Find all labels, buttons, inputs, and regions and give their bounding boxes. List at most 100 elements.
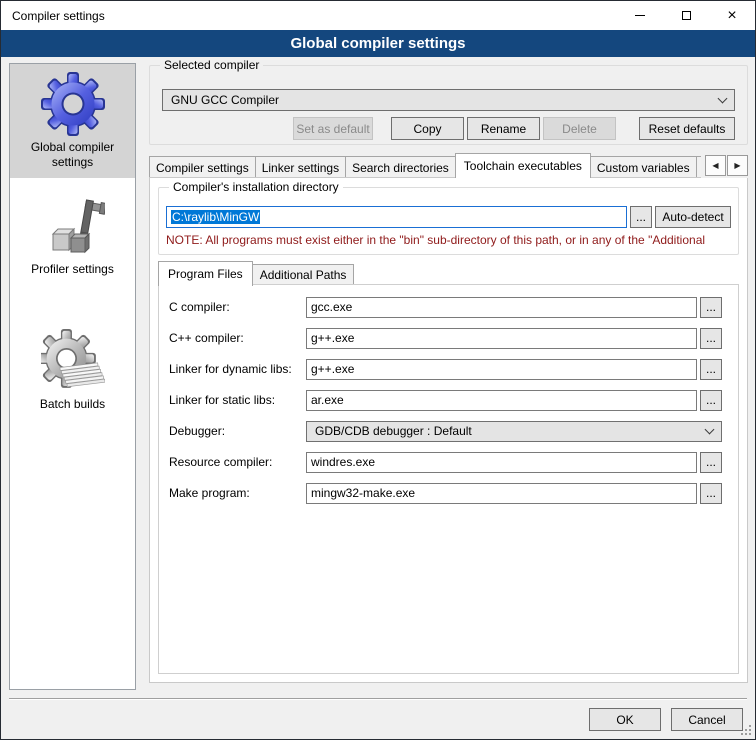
input-value: g++.exe [311,331,354,345]
tab-label: Search directories [352,161,449,175]
compiler-select[interactable]: GNU GCC Compiler [162,89,735,111]
dialog-header: Global compiler settings [1,30,755,57]
program-tabs: Program Files Additional Paths [158,260,739,285]
linker-dynamic-browse-button[interactable]: ... [700,359,722,380]
reset-defaults-button[interactable]: Reset defaults [639,117,735,140]
button-label: Auto-detect [662,210,723,224]
arrow-left-icon: ◀ [712,161,718,170]
cpp-compiler-input[interactable]: g++.exe [306,328,697,349]
ok-button[interactable]: OK [589,708,661,731]
gray-gear-stack-icon [41,329,105,393]
rename-button[interactable]: Rename [467,117,540,140]
ellipsis-icon: ... [706,331,716,345]
tab-scroll-left-button[interactable]: ◀ [705,155,726,176]
auto-detect-button[interactable]: Auto-detect [655,206,731,228]
field-row-resource-compiler: Resource compiler: windres.exe ... [169,451,722,473]
maximize-icon [682,11,691,20]
set-as-default-button[interactable]: Set as default [293,117,373,140]
tab-toolchain-executables[interactable]: Toolchain executables [455,153,591,178]
tab-label: Compiler settings [156,161,249,175]
button-label: OK [616,713,633,727]
cpp-compiler-browse-button[interactable]: ... [700,328,722,349]
cancel-button[interactable]: Cancel [671,708,743,731]
tab-program-files[interactable]: Program Files [158,261,253,286]
c-compiler-browse-button[interactable]: ... [700,297,722,318]
tab-compiler-settings[interactable]: Compiler settings [149,156,256,178]
make-program-browse-button[interactable]: ... [700,483,722,504]
field-row-cpp-compiler: C++ compiler: g++.exe ... [169,327,722,349]
titlebar[interactable]: Compiler settings × [1,1,755,30]
button-label: Delete [562,122,597,136]
input-value: ar.exe [311,393,344,407]
tab-label: Toolchain executables [464,159,582,173]
tab-label: Program Files [168,267,243,281]
tab-label: Additional Paths [260,268,347,282]
delete-button[interactable]: Delete [543,117,616,140]
toolchain-executables-page: Compiler's installation directory C:\ray… [149,177,748,683]
tab-scroll-right-button[interactable]: ▶ [727,155,748,176]
tab-linker-settings[interactable]: Linker settings [255,156,346,178]
maximize-button[interactable] [663,1,709,30]
footer-divider [9,698,747,700]
input-value: mingw32-make.exe [311,486,415,500]
debugger-select[interactable]: GDB/CDB debugger : Default [306,421,722,442]
field-label: C compiler: [169,300,306,314]
selected-compiler-group: Selected compiler GNU GCC Compiler Set a… [149,65,748,145]
resize-grip-dots [749,733,751,735]
field-row-linker-dynamic: Linker for dynamic libs: g++.exe ... [169,358,722,380]
install-dir-note: NOTE: All programs must exist either in … [166,233,737,247]
ellipsis-icon: ... [706,486,716,500]
tab-custom-variables[interactable]: Custom variables [590,156,697,178]
ellipsis-icon: ... [706,393,716,407]
field-label: Resource compiler: [169,455,306,469]
field-row-debugger: Debugger: GDB/CDB debugger : Default [169,420,722,442]
input-value: g++.exe [311,362,354,376]
tab-search-directories[interactable]: Search directories [345,156,456,178]
sidebar-item-global-compiler-settings[interactable]: Global compiler settings [10,64,135,178]
ellipsis-icon: ... [706,300,716,314]
tab-label: Custom variables [597,161,690,175]
input-value: windres.exe [311,455,375,469]
dialog-header-title: Global compiler settings [290,35,465,52]
arrow-right-icon: ▶ [734,161,740,170]
minimize-button[interactable] [617,1,663,30]
resize-grip[interactable] [739,723,751,735]
tab-additional-paths[interactable]: Additional Paths [252,264,355,285]
sidebar-item-profiler-settings[interactable]: Profiler settings [10,186,135,285]
close-icon: × [727,8,736,24]
make-program-input[interactable]: mingw32-make.exe [306,483,697,504]
field-label: Make program: [169,486,306,500]
field-label: C++ compiler: [169,331,306,345]
selected-compiler-legend: Selected compiler [160,58,263,72]
field-label: Linker for static libs: [169,393,306,407]
sidebar-item-batch-builds[interactable]: Batch builds [10,321,135,420]
copy-button[interactable]: Copy [391,117,464,140]
sidebar-item-label: Batch builds [40,397,105,411]
calipers-icon [41,194,105,258]
compiler-buttons-row: Set as default Copy Rename Delete Reset … [162,117,735,140]
chevron-down-icon [705,424,715,434]
linker-dynamic-input[interactable]: g++.exe [306,359,697,380]
window-controls: × [617,1,755,30]
close-button[interactable]: × [709,1,755,30]
install-dir-input[interactable]: C:\raylib\MinGW [166,206,627,228]
linker-static-input[interactable]: ar.exe [306,390,697,411]
compiler-select-value: GNU GCC Compiler [171,93,279,107]
input-value: gcc.exe [311,300,352,314]
settings-category-list: Global compiler settings [9,63,136,690]
sidebar-item-label: Profiler settings [31,262,114,276]
button-label: Rename [481,122,526,136]
tab-scroll-arrows: ◀ ▶ [701,155,748,178]
footer-buttons: OK Cancel [589,708,743,731]
ellipsis-icon: ... [706,362,716,376]
chevron-down-icon [718,93,728,103]
install-dir-row: C:\raylib\MinGW ... Auto-detect [166,205,731,228]
resource-compiler-browse-button[interactable]: ... [700,452,722,473]
install-dir-browse-button[interactable]: ... [630,206,652,228]
c-compiler-input[interactable]: gcc.exe [306,297,697,318]
linker-static-browse-button[interactable]: ... [700,390,722,411]
select-value: GDB/CDB debugger : Default [315,424,472,438]
button-label: Reset defaults [649,122,726,136]
field-row-c-compiler: C compiler: gcc.exe ... [169,296,722,318]
resource-compiler-input[interactable]: windres.exe [306,452,697,473]
